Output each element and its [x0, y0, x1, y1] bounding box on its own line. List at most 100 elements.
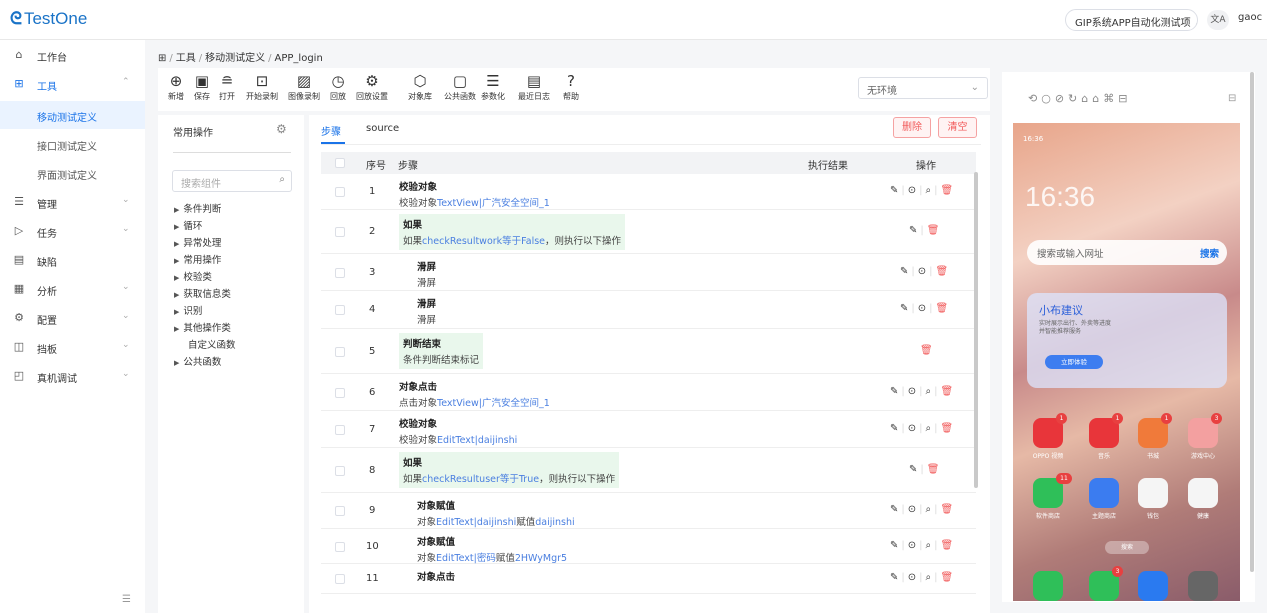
row-checkbox[interactable]	[335, 465, 345, 476]
search-icon[interactable]: ⌕	[926, 386, 932, 397]
device-panel-scrollbar[interactable]	[1250, 72, 1254, 572]
gear-icon[interactable]: ⚙	[276, 122, 287, 136]
sidebar-item-4[interactable]: 界面测试定义	[0, 159, 145, 187]
delete-icon[interactable]: 🗑	[941, 540, 954, 551]
select-all-checkbox[interactable]	[335, 158, 345, 168]
delete-icon[interactable]: 🗑	[941, 504, 954, 515]
edit-icon[interactable]: ✎	[900, 266, 908, 277]
search-icon[interactable]: ⌕	[926, 423, 932, 434]
delete-icon[interactable]: 🗑	[936, 266, 949, 277]
search-icon[interactable]: ⌕	[926, 504, 932, 515]
play-icon[interactable]: ⊙	[908, 540, 916, 551]
toolbar-parameterize-button[interactable]: ☰ 参数化	[481, 72, 505, 102]
sidebar-item-2[interactable]: 移动测试定义	[0, 101, 145, 129]
device-toolbar-extra-icon[interactable]: ⊟	[1228, 93, 1236, 104]
sidebar-item-7[interactable]: ▤ 缺陷	[0, 246, 145, 274]
delete-icon[interactable]: 🗑	[920, 345, 933, 356]
row-checkbox[interactable]	[335, 506, 345, 516]
language-switch-button[interactable]: 文A	[1207, 10, 1229, 30]
search-icon[interactable]: ⌕	[926, 572, 932, 583]
tree-node[interactable]: ▶ 校验类	[174, 269, 212, 283]
row-checkbox[interactable]	[335, 267, 345, 278]
tree-node[interactable]: ▶ 获取信息类	[174, 286, 231, 300]
sidebar-item-0[interactable]: ⌂ 工作台	[0, 41, 145, 69]
toolbar-object-library-button[interactable]: ⬡ 对象库	[408, 72, 432, 102]
step-object-link[interactable]: EditText|密码	[436, 553, 496, 564]
table-row[interactable]: 3 滑屏 滑屏 ✎ | ⊙ | 🗑	[321, 254, 976, 291]
table-row[interactable]: 1 校验对象 校验对象TextView|广汽安全空间_1 ✎ | ⊙ | ⌕ | 🗑	[321, 174, 976, 210]
delete-icon[interactable]: 🗑	[941, 423, 954, 434]
device-app-icon[interactable]	[1138, 571, 1168, 601]
step-object-link[interactable]: TextView|广汽安全空间_1	[437, 398, 550, 409]
delete-icon[interactable]: 🗑	[941, 386, 954, 397]
row-checkbox[interactable]	[335, 387, 345, 398]
table-row[interactable]: 10 对象赋值 对象EditText|密码赋值2HWyMgr5 ✎ | ⊙ | ⌕ | 🗑	[321, 529, 976, 564]
step-object-link[interactable]: EditText|daijinshi	[437, 435, 517, 446]
sidebar-item-6[interactable]: ▷ 任务 ⌄	[0, 217, 145, 245]
row-checkbox[interactable]	[335, 346, 345, 357]
toolbar-recent-log-button[interactable]: ▤ 最近日志	[518, 72, 550, 102]
table-row[interactable]: 5 判断结束 条件判断结束标记 🗑	[321, 329, 976, 374]
delete-icon[interactable]: 🗑	[927, 464, 940, 475]
sidebar-collapse-icon[interactable]: ☰	[122, 594, 131, 605]
toolbar-replay-button[interactable]: ◷ 回放	[330, 72, 346, 102]
search-icon[interactable]: ⌕	[926, 185, 932, 196]
project-select[interactable]: GIP系统APP自动化测试项 ⌄	[1065, 9, 1198, 31]
play-icon[interactable]: ⊙	[908, 572, 916, 583]
step-object-link[interactable]: checkResultwork等于False	[422, 236, 545, 247]
sidebar-item-3[interactable]: 接口测试定义	[0, 130, 145, 158]
edit-icon[interactable]: ✎	[909, 464, 917, 475]
tree-node[interactable]: ▶ 常用操作	[174, 252, 221, 266]
toolbar-add-button[interactable]: ⊕ 新增	[168, 72, 184, 102]
edit-icon[interactable]: ✎	[909, 225, 917, 236]
step-object-link[interactable]: 2HWyMgr5	[515, 553, 567, 564]
table-row[interactable]: 9 对象赋值 对象EditText|daijinshi赋值daijinshi ✎ | ⊙ |…	[321, 493, 976, 529]
table-row[interactable]: 7 校验对象 校验对象EditText|daijinshi ✎ | ⊙ | ⌕ | 🗑	[321, 411, 976, 448]
step-object-link[interactable]: checkResultuser等于True	[422, 474, 539, 485]
table-row[interactable]: 2 如果 如果checkResultwork等于False，则执行以下操作 ✎ | 🗑	[321, 210, 976, 254]
delete-icon[interactable]: 🗑	[941, 185, 954, 196]
edit-icon[interactable]: ✎	[890, 423, 898, 434]
edit-icon[interactable]: ✎	[890, 504, 898, 515]
tree-node[interactable]: 自定义函数	[188, 337, 236, 351]
device-dock-search[interactable]: 搜索	[1105, 541, 1149, 554]
play-icon[interactable]: ⊙	[918, 303, 926, 314]
toolbar-record-button[interactable]: ⊡ 开始录制	[246, 72, 278, 102]
sidebar-item-10[interactable]: ◫ 挡板 ⌄	[0, 333, 145, 361]
delete-button[interactable]: 删除	[893, 117, 931, 138]
component-search-input[interactable]: 搜索组件 ⌕	[172, 170, 292, 192]
user-name[interactable]: gaoc	[1238, 12, 1262, 23]
tree-node[interactable]: ▶ 识别	[174, 303, 202, 317]
play-icon[interactable]: ⊙	[908, 386, 916, 397]
app-logo[interactable]: ᘓ TestOne	[10, 9, 87, 29]
device-search-bar[interactable]: 搜索或输入网址 搜索	[1027, 240, 1227, 265]
row-checkbox[interactable]	[335, 424, 345, 435]
row-checkbox[interactable]	[335, 574, 345, 584]
tab-steps[interactable]: 步骤	[321, 123, 341, 138]
device-search-button[interactable]: 搜索	[1200, 246, 1219, 260]
toolbar-open-button[interactable]: ≘ 打开	[219, 72, 235, 102]
table-row[interactable]: 8 如果 如果checkResultuser等于True，则执行以下操作 ✎ | 🗑	[321, 448, 976, 493]
toolbar-save-button[interactable]: ▣ 保存	[194, 72, 210, 102]
play-icon[interactable]: ⊙	[908, 504, 916, 515]
play-icon[interactable]: ⊙	[918, 266, 926, 277]
edit-icon[interactable]: ✎	[890, 572, 898, 583]
toolbar-image-record-button[interactable]: ▨ 图像录制	[288, 72, 320, 102]
sidebar-item-11[interactable]: ◰ 真机调试 ⌄	[0, 362, 145, 390]
device-toolbar[interactable]: ⟲○⊘↻⌂⌂⌘⊟	[1028, 92, 1131, 105]
tree-node[interactable]: ▶ 循环	[174, 218, 202, 232]
toolbar-replay-settings-button[interactable]: ⚙ 回放设置	[356, 72, 388, 102]
tree-node[interactable]: ▶ 公共函数	[174, 354, 221, 368]
breadcrumb-item[interactable]: 工具	[176, 53, 196, 64]
sidebar-item-5[interactable]: ☰ 管理 ⌄	[0, 188, 145, 216]
table-row[interactable]: 4 滑屏 滑屏 ✎ | ⊙ | 🗑	[321, 291, 976, 329]
edit-icon[interactable]: ✎	[900, 303, 908, 314]
sidebar-item-9[interactable]: ⚙ 配置 ⌄	[0, 304, 145, 332]
table-row[interactable]: 6 对象点击 点击对象TextView|广汽安全空间_1 ✎ | ⊙ | ⌕ | 🗑	[321, 374, 976, 411]
edit-icon[interactable]: ✎	[890, 185, 898, 196]
row-checkbox[interactable]	[335, 227, 345, 237]
sidebar-item-8[interactable]: ▦ 分析 ⌄	[0, 275, 145, 303]
tree-node[interactable]: ▶ 其他操作类	[174, 320, 231, 334]
breadcrumb-item[interactable]: 移动测试定义	[205, 53, 265, 64]
device-screen[interactable]: 16:36 16:36 搜索或输入网址 搜索 小布建议 实时展示出行、外卖等进度 …	[1013, 123, 1240, 601]
